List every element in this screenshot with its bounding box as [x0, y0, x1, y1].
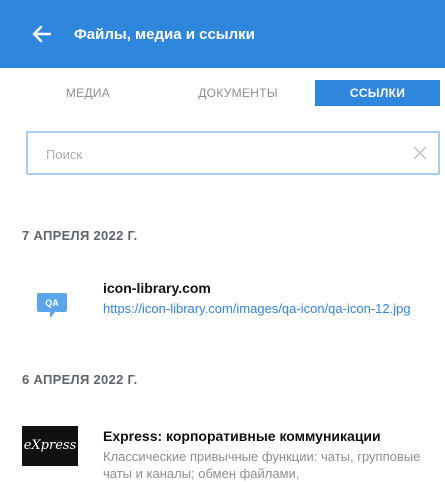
link-url[interactable]: https://icon-library.com/images/qa-icon/… — [103, 300, 428, 317]
search-box — [26, 131, 440, 175]
page-title: Файлы, медиа и ссылки — [74, 25, 255, 43]
qa-chat-icon: QA — [37, 293, 67, 318]
date-header: 7 АПРЕЛЯ 2022 Г. — [22, 228, 138, 243]
link-title: Express: корпоративные коммуникации — [103, 428, 381, 444]
link-description: Классические привычные функции: чаты, гр… — [103, 449, 421, 481]
tab-documents[interactable]: ДОКУМЕНТЫ — [178, 80, 298, 106]
date-header: 6 АПРЕЛЯ 2022 Г. — [22, 372, 138, 387]
qa-icon-label: QA — [45, 298, 59, 308]
close-icon[interactable] — [412, 145, 428, 161]
tab-bar: МЕДИА ДОКУМЕНТЫ ССЫЛКИ — [0, 68, 445, 112]
tab-links[interactable]: ССЫЛКИ — [315, 80, 440, 106]
arrow-left-icon[interactable] — [30, 22, 54, 46]
tab-media[interactable]: МЕДИА — [38, 80, 138, 106]
link-title: icon-library.com — [103, 280, 211, 296]
app-header: Файлы, медиа и ссылки — [0, 0, 445, 68]
search-input[interactable] — [44, 142, 398, 166]
link-item[interactable]: Express: корпоративные коммуникации Клас… — [0, 424, 445, 481]
link-item[interactable]: QA icon-library.com https://icon-library… — [0, 276, 445, 346]
